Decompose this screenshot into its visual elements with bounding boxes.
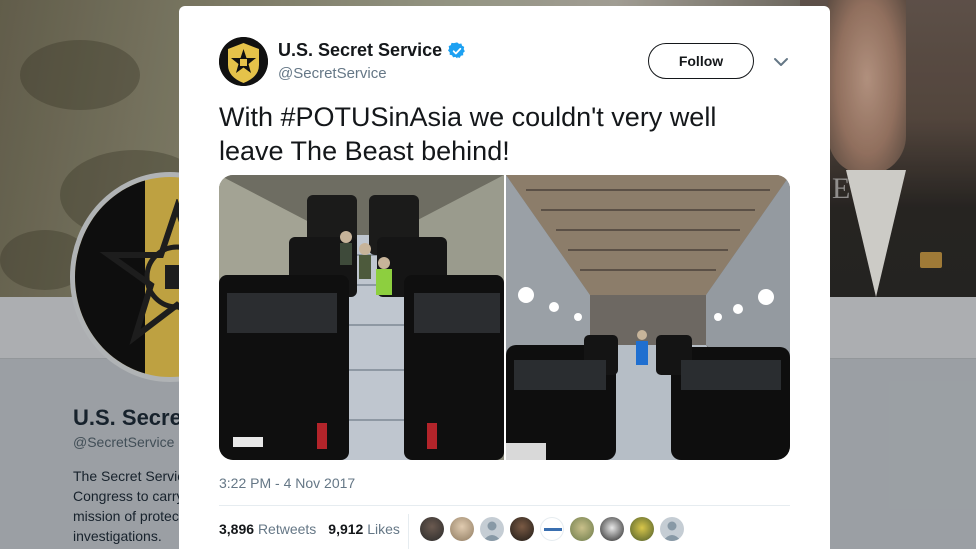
secret-service-logo-icon [219,37,268,86]
liker-avatar[interactable] [480,517,504,541]
liker-avatars [420,517,684,541]
liker-avatar[interactable] [510,517,534,541]
likes-label: Likes [367,521,400,537]
liker-avatar[interactable] [660,517,684,541]
logo-icon [544,528,562,531]
tweet-stats: 3,896 Retweets 9,912 Likes [219,521,400,537]
likes-count: 9,912 [328,521,364,537]
verified-badge-icon [448,41,465,58]
liker-avatar[interactable] [450,517,474,541]
tweet-text: With #POTUSinAsia we couldn't very well … [219,102,717,166]
divider [408,514,409,549]
liker-avatar[interactable] [570,517,594,541]
tweet-media [219,175,790,460]
author-handle[interactable]: @SecretService [278,65,387,82]
liker-avatar[interactable] [420,517,444,541]
author-name[interactable]: U.S. Secret Service [278,40,442,61]
tweet-modal: U.S. Secret Service @SecretService Follo… [179,6,830,549]
default-user-icon [663,521,681,541]
follow-button[interactable]: Follow [648,43,754,79]
likes-stat[interactable]: 9,912 Likes [328,521,400,537]
photo-cargo-hold-vehicles-left[interactable] [219,175,504,460]
divider [219,505,790,506]
retweets-label: Retweets [257,521,317,537]
author-avatar[interactable] [219,37,268,86]
photo-cargo-hold-vehicles-right[interactable] [506,175,790,460]
chevron-down-icon[interactable] [773,56,789,68]
retweets-count: 3,896 [219,521,255,537]
retweets-stat[interactable]: 3,896 Retweets [219,521,316,537]
tweet-timestamp[interactable]: 3:22 PM - 4 Nov 2017 [219,475,355,491]
liker-avatar[interactable] [600,517,624,541]
liker-avatar[interactable] [630,517,654,541]
default-user-icon [483,521,501,541]
liker-avatar[interactable] [540,517,564,541]
